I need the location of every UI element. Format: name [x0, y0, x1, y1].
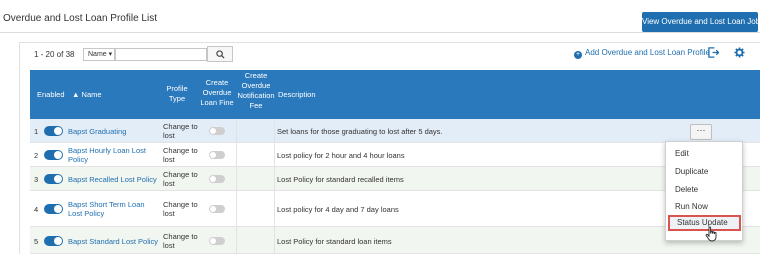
profile-description: Lost Policy for standard loan items — [277, 237, 392, 246]
profile-name-link[interactable]: Bapst Graduating — [68, 127, 160, 136]
sort-select[interactable]: Name ▾ — [83, 48, 115, 61]
column-divider — [274, 227, 275, 254]
column-divider — [236, 143, 237, 166]
table-row[interactable]: 1 Bapst Graduating Change to lost Set lo… — [30, 119, 760, 143]
profile-name-link[interactable]: Bapst Short Term Loan Lost Policy — [68, 200, 160, 218]
plus-circle-icon: + — [574, 51, 582, 59]
column-divider — [274, 191, 275, 226]
row-number: 3 — [34, 175, 39, 184]
profile-description: Lost policy for 4 day and 7 day loans — [277, 205, 399, 214]
column-divider — [236, 227, 237, 254]
search-button[interactable] — [207, 46, 233, 62]
create-fine-toggle[interactable] — [209, 237, 225, 245]
column-divider — [274, 119, 275, 142]
column-divider — [274, 167, 275, 190]
results-count: 1 - 20 of 38 — [34, 50, 75, 59]
add-profile-label: Add Overdue and Lost Loan Profile — [585, 48, 710, 57]
header-enabled[interactable]: Enabled — [37, 90, 65, 100]
profile-description: Lost Policy for standard recalled items — [277, 175, 404, 184]
enabled-toggle[interactable] — [44, 204, 63, 214]
table-row[interactable]: 5 Bapst Standard Lost Policy Change to l… — [30, 227, 760, 254]
table-row[interactable]: 2 Bapst Hourly Loan Lost Policy Change t… — [30, 143, 760, 167]
row-number: 4 — [34, 205, 39, 214]
view-jobs-button[interactable]: View Overdue and Lost Loan Jobs — [642, 12, 758, 32]
table-header: Enabled ▲ Name Profile Type Create Overd… — [30, 70, 760, 119]
enabled-toggle[interactable] — [44, 174, 63, 184]
table-row[interactable]: 3 Bapst Recalled Lost Policy Change to l… — [30, 167, 760, 191]
caret-down-icon: ▾ — [108, 51, 113, 58]
profile-name-link[interactable]: Bapst Recalled Lost Policy — [68, 175, 178, 184]
profile-name-link[interactable]: Bapst Hourly Loan Lost Policy — [68, 146, 160, 164]
column-divider — [236, 167, 237, 190]
profile-type: Change to lost — [163, 146, 198, 164]
sort-asc-icon: ▲ — [72, 90, 80, 99]
create-fine-toggle[interactable] — [209, 175, 225, 183]
table-row[interactable]: 4 Bapst Short Term Loan Lost Policy Chan… — [30, 191, 760, 227]
header-profile-type[interactable]: Profile Type — [160, 84, 194, 104]
profile-description: Lost policy for 2 hour and 4 hour loans — [277, 151, 405, 160]
enabled-toggle[interactable] — [44, 150, 63, 160]
profile-type: Change to lost — [163, 122, 198, 140]
add-profile-link[interactable]: + Add Overdue and Lost Loan Profile — [574, 48, 710, 59]
enabled-toggle[interactable] — [44, 126, 63, 136]
menu-item-delete[interactable]: Delete — [666, 183, 742, 197]
gear-icon[interactable] — [734, 47, 745, 58]
create-fine-toggle[interactable] — [209, 151, 225, 159]
profile-type: Change to lost — [163, 232, 198, 250]
export-icon[interactable] — [708, 47, 719, 58]
hand-pointer-icon — [705, 226, 717, 242]
search-icon — [216, 50, 225, 59]
header-name[interactable]: ▲ Name — [72, 90, 102, 100]
column-divider — [274, 143, 275, 166]
row-number: 5 — [34, 237, 39, 246]
menu-item-edit[interactable]: Edit — [666, 147, 742, 161]
menu-item-duplicate[interactable]: Duplicate — [666, 165, 742, 179]
column-divider — [236, 191, 237, 226]
row-number: 1 — [34, 127, 39, 136]
create-fine-toggle[interactable] — [209, 127, 225, 135]
create-fine-toggle[interactable] — [209, 205, 225, 213]
header-name-label: Name — [81, 90, 102, 99]
header-create-notification[interactable]: Create Overdue Notification Fee — [236, 71, 276, 111]
header-description[interactable]: Description — [278, 90, 316, 100]
profile-description: Set loans for those graduating to lost a… — [277, 127, 443, 136]
row-number: 2 — [34, 151, 39, 160]
enabled-toggle[interactable] — [44, 236, 63, 246]
row-actions-button[interactable]: ··· — [690, 124, 712, 140]
header-create-fine[interactable]: Create Overdue Loan Fine — [199, 78, 235, 108]
menu-item-run-now[interactable]: Run Now — [666, 200, 742, 214]
page-title: Overdue and Lost Loan Profile List — [3, 13, 157, 24]
column-divider — [236, 119, 237, 142]
top-bar: Overdue and Lost Loan Profile List View … — [0, 0, 760, 33]
profile-type: Change to lost — [163, 200, 198, 218]
sort-select-value: Name — [88, 51, 107, 58]
profile-type: Change to lost — [163, 170, 198, 188]
row-actions-menu: Edit Duplicate Delete Run Now Status Upd… — [665, 141, 743, 241]
search-input[interactable] — [115, 48, 207, 61]
